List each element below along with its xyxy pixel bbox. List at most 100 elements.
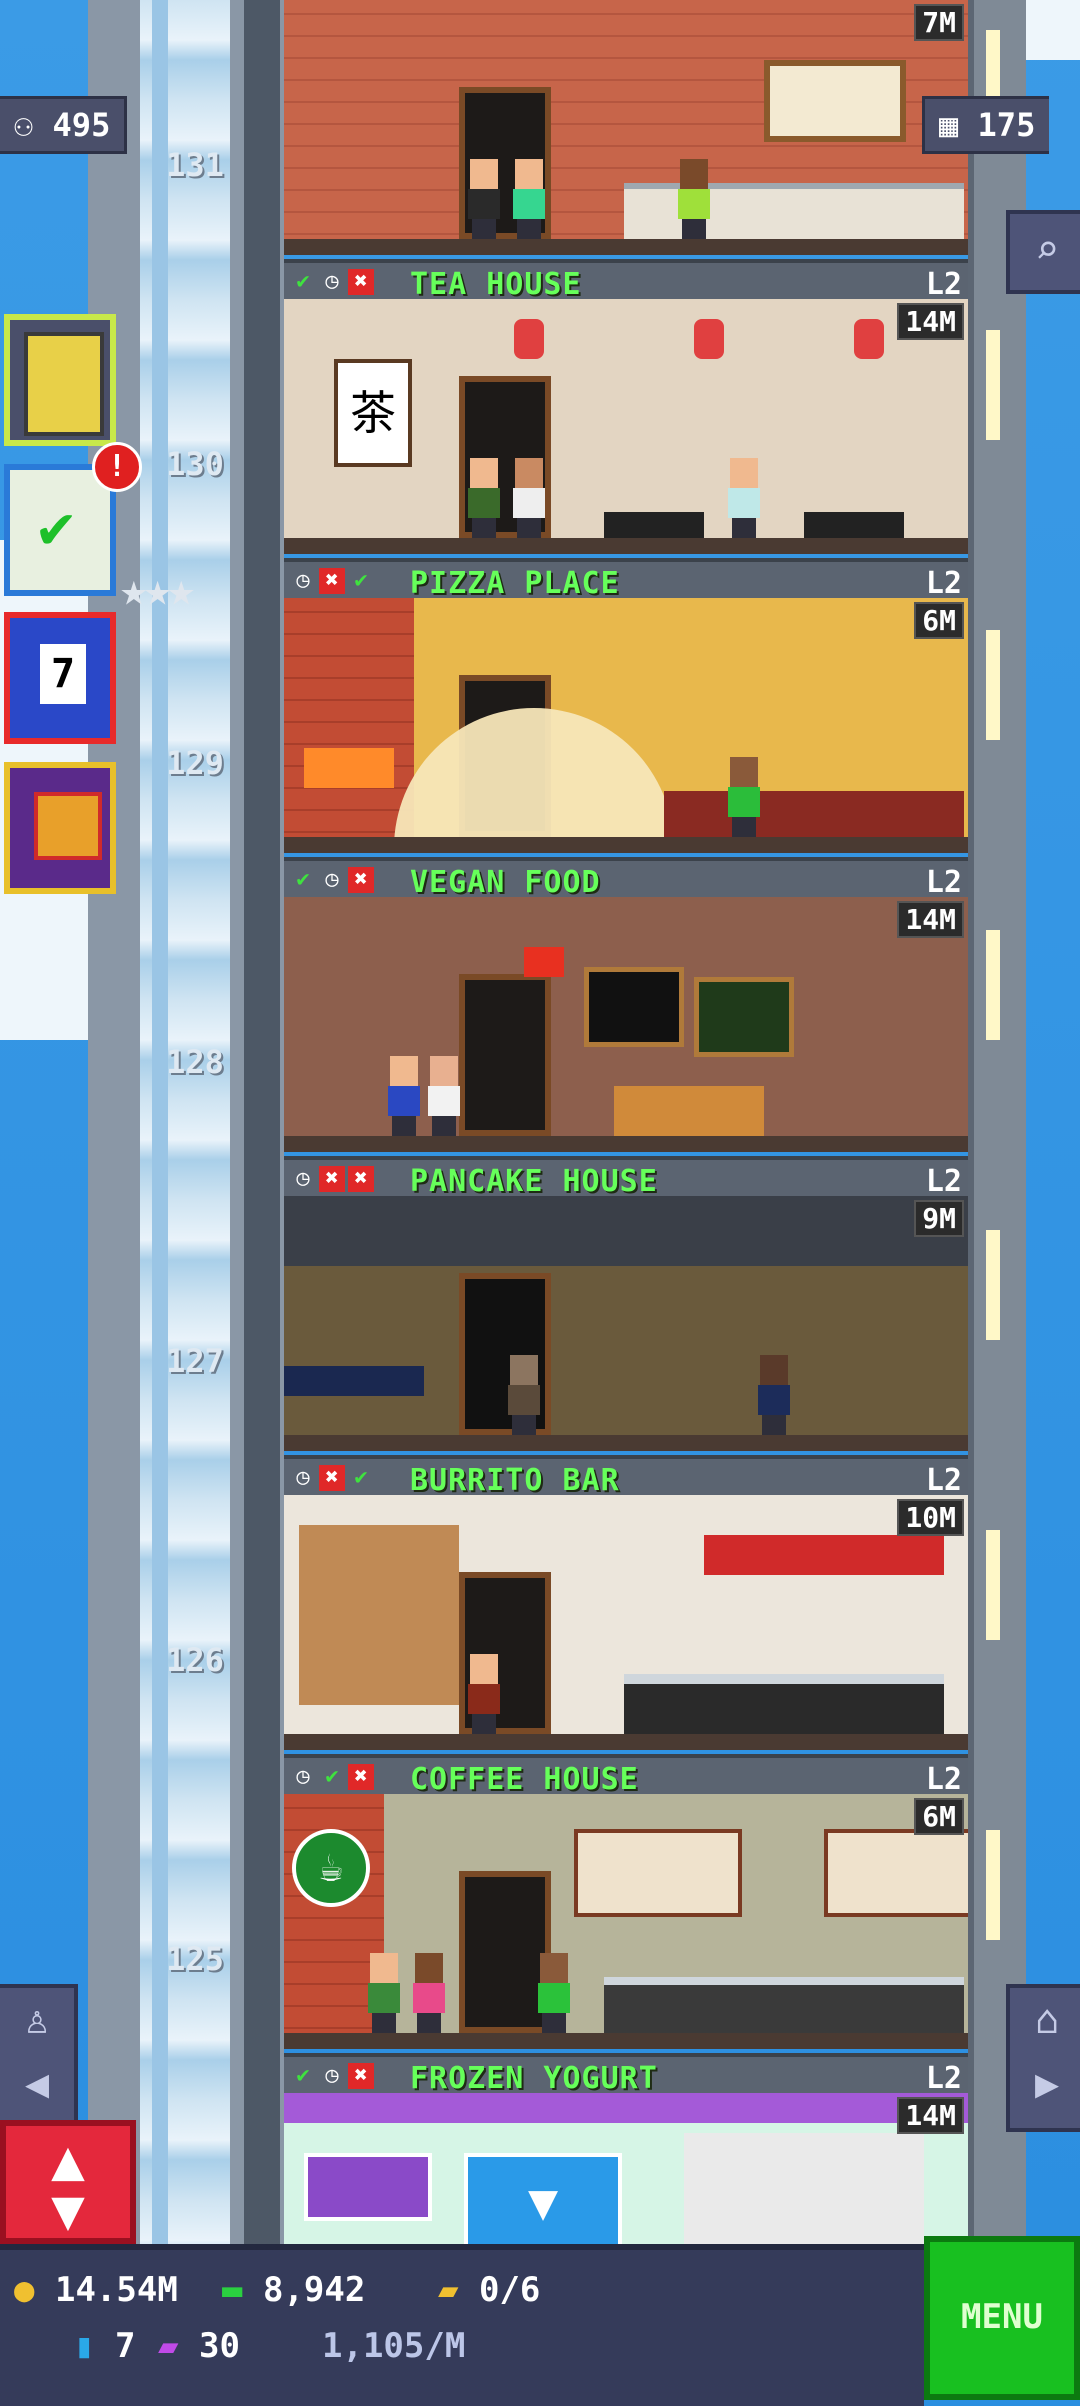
calendar-icon: 7 [40, 644, 86, 704]
customer[interactable] [384, 1056, 424, 1136]
floor-level: L2 [925, 566, 962, 601]
floor-capacity: 14M [897, 2097, 964, 2134]
chalkboard [584, 967, 684, 1047]
floor-capacity: 9M [914, 1200, 964, 1237]
gifts-button[interactable] [4, 762, 116, 894]
floor-number: 131 [166, 146, 224, 184]
floor-vegan-food[interactable]: ✔ ◷ ✖ VEGAN FOOD L2 14M [284, 857, 968, 1156]
x-icon: ✖ [319, 568, 345, 594]
floor-pizza-place[interactable]: ◷ ✖ ✔ PIZZA PLACE L2 6M [284, 558, 968, 857]
clock-icon: ◷ [296, 1166, 310, 1191]
floor-label-bar: ✔ ◷ ✖ TEA HOUSE L2 [284, 259, 968, 302]
menu-button[interactable]: MENU [924, 2236, 1080, 2400]
lantern [694, 319, 724, 359]
bux-stat[interactable]: ▬ 8,942 [222, 2270, 365, 2310]
pillar-light [986, 1830, 1000, 1940]
search-button[interactable]: ⌕ [1006, 210, 1080, 294]
gift-box-floating[interactable] [524, 947, 564, 977]
worker[interactable] [534, 1953, 574, 2033]
customer[interactable] [509, 458, 549, 538]
floor-pancake-house[interactable]: ◷ ✖ ✖ PANCAKE HOUSE L2 9M [284, 1156, 968, 1455]
vip-nav-button[interactable]: ♙ ◀ [0, 1984, 78, 2132]
room-interior: 14M [284, 897, 968, 1152]
checklist-icon: ✔ [38, 492, 75, 562]
floor-status-icons: ◷ ✖ ✔ [290, 1465, 374, 1491]
check-icon: ✔ [296, 2063, 310, 2088]
tickets-stat[interactable]: ▰ 0/6 [438, 2270, 540, 2310]
floor-capacity: 7M [914, 4, 964, 41]
worker[interactable] [724, 757, 764, 837]
bux-value: 8,942 [262, 2270, 366, 2310]
tea-scroll: 茶 [334, 359, 412, 467]
x-icon: ✖ [348, 1166, 374, 1192]
income-value: 1,105/M [322, 2326, 466, 2366]
floor-label-bar: ◷ ✖ ✖ PANCAKE HOUSE L2 [284, 1156, 968, 1199]
floor-burrito-bar[interactable]: ◷ ✖ ✔ BURRITO BAR L2 10M [284, 1455, 968, 1754]
pizza-oven-fire [304, 748, 394, 788]
worker[interactable] [754, 1355, 794, 1435]
income-stat: 1,105/M [322, 2326, 465, 2366]
check-icon: ✔ [296, 867, 310, 892]
floor-label-bar: ◷ ✔ ✖ COFFEE HOUSE L2 [284, 1754, 968, 1797]
customer[interactable] [464, 458, 504, 538]
vip-stat[interactable]: ▰ 30 [158, 2326, 240, 2366]
customer[interactable] [504, 1355, 544, 1435]
room-interior: 10M [284, 1495, 968, 1750]
customer[interactable] [464, 159, 504, 239]
floor-level: L2 [925, 2061, 962, 2096]
keys-value: 7 [114, 2326, 136, 2366]
menu-board [764, 60, 906, 142]
keys-stat[interactable]: ▮ 7 [74, 2326, 135, 2366]
customer[interactable] [464, 1654, 504, 1734]
floor-status-icons: ◷ ✖ ✔ [290, 568, 374, 594]
lantern [854, 319, 884, 359]
room-interior: ☕ 6M [284, 1794, 968, 2049]
coins-stat[interactable]: ● 14.54M [14, 2270, 178, 2310]
vegan-counter [614, 1086, 764, 1136]
customer[interactable] [364, 1953, 404, 2033]
population-counter[interactable]: ⚇ 495 [0, 96, 128, 154]
floor-tea-house[interactable]: ✔ ◷ ✖ TEA HOUSE L2 茶 14M [284, 259, 968, 558]
calendar-button[interactable]: 7 [4, 612, 116, 744]
magnifier-icon: ⌕ [1034, 227, 1060, 273]
worker[interactable] [724, 458, 764, 538]
floor-capacity: 14M [897, 303, 964, 340]
wood-panel [299, 1525, 459, 1705]
room-interior: 9M [284, 1196, 968, 1451]
build-floor-button[interactable] [4, 314, 116, 446]
booth-seat [284, 1366, 424, 1396]
pillar-light [986, 630, 1000, 740]
check-icon: ✔ [325, 1764, 339, 1789]
elevator-button[interactable]: ▲ ▼ [0, 2120, 136, 2244]
floor-name: FROZEN YOGURT [410, 2061, 658, 2096]
check-icon: ✔ [354, 1465, 368, 1490]
bux-counter-top[interactable]: ▦ 175 [922, 96, 1050, 154]
chevron-left-icon: ◀ [24, 2061, 50, 2107]
floor-level: L2 [925, 1164, 962, 1199]
scroll-down-button[interactable]: ▼ [464, 2153, 622, 2251]
floor-label-bar: ✔ ◷ ✖ FROZEN YOGURT L2 [284, 2053, 968, 2096]
floor-status-icons: ✔ ◷ ✖ [290, 867, 374, 893]
room-floorboard [284, 1136, 968, 1152]
vip-value: 30 [198, 2326, 240, 2366]
floor-capacity: 14M [897, 901, 964, 938]
floor-bakery[interactable]: 7M [284, 0, 968, 259]
floor-frozen-yogurt[interactable]: ✔ ◷ ✖ FROZEN YOGURT L2 ▼ 14M [284, 2053, 968, 2253]
clock-icon: ◷ [296, 1764, 310, 1789]
customer[interactable] [409, 1953, 449, 2033]
tickets-value: 0/6 [478, 2270, 541, 2310]
clock-icon: ◷ [296, 568, 310, 593]
floor-number: 126 [166, 1641, 224, 1679]
floor-number: 127 [166, 1342, 224, 1380]
customer[interactable] [509, 159, 549, 239]
x-icon: ✖ [319, 1465, 345, 1491]
floor-label-bar: ◷ ✖ ✔ PIZZA PLACE L2 [284, 558, 968, 601]
lobby-nav-button[interactable]: ⌂ ▶ [1006, 1984, 1080, 2132]
purple-ceiling [284, 2093, 968, 2123]
customer[interactable] [424, 1056, 464, 1136]
worker[interactable] [674, 159, 714, 239]
room-floorboard [284, 239, 968, 255]
floor-status-icons: ◷ ✔ ✖ [290, 1764, 374, 1790]
floor-coffee-house[interactable]: ◷ ✔ ✖ COFFEE HOUSE L2 ☕ 6M [284, 1754, 968, 2053]
check-icon: ✔ [354, 568, 368, 593]
